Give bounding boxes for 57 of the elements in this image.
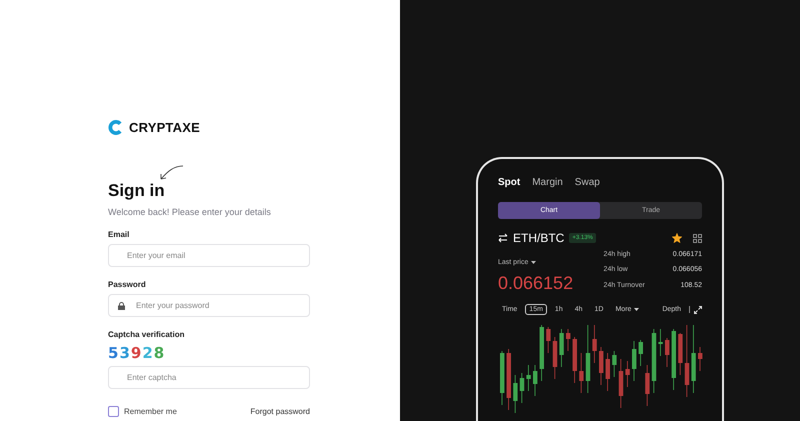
candle [540, 324, 544, 382]
email-field[interactable]: Enter your email [108, 244, 310, 267]
candle [612, 350, 617, 378]
candle [691, 324, 696, 394]
candle [632, 340, 636, 382]
arrow-doodle-icon [158, 165, 184, 181]
candle [625, 360, 630, 388]
candle [500, 350, 504, 406]
candle [658, 328, 663, 356]
candle [533, 364, 538, 396]
candle [566, 328, 570, 352]
candle [698, 346, 702, 372]
candle [546, 326, 551, 354]
brand-name: CRYPTAXE [129, 120, 200, 135]
market-tab[interactable]: Spot [498, 177, 520, 188]
market-tab[interactable]: Margin [532, 177, 563, 188]
candle [526, 364, 531, 392]
checkbox-label: Remember me [124, 407, 177, 416]
candle [579, 352, 584, 394]
candle [645, 364, 650, 406]
expand-icon[interactable] [694, 306, 702, 314]
candle [520, 372, 524, 404]
grid-icon[interactable] [693, 234, 702, 242]
candle [638, 340, 643, 366]
candle [652, 328, 656, 394]
forgot-password-link[interactable]: Forgot password [250, 407, 310, 416]
swap-arrows-icon[interactable] [498, 233, 508, 243]
field-label: Password [108, 280, 147, 289]
star-icon[interactable] [672, 233, 682, 243]
captcha-field[interactable]: Enter captcha [108, 366, 310, 389]
candle [599, 346, 604, 386]
candle [513, 374, 518, 414]
page-heading: Sign in [108, 181, 166, 201]
last-price: 0.066152 [498, 273, 574, 294]
lock-icon [118, 302, 125, 310]
field-label: Email [108, 230, 130, 239]
candle [586, 324, 590, 394]
candle [592, 324, 597, 364]
market-tab[interactable]: Swap [574, 177, 600, 188]
candle [606, 352, 610, 392]
candle [672, 328, 676, 390]
caret-icon [634, 308, 640, 311]
remember-checkbox[interactable] [108, 406, 119, 417]
candle [678, 332, 683, 376]
subtitle: Welcome back! Please enter your details [108, 207, 272, 217]
captcha-image: 53928 [108, 344, 166, 362]
candle [665, 338, 670, 368]
field-label: Captcha verification [108, 330, 186, 339]
candle [506, 348, 511, 410]
logo-icon [108, 120, 123, 135]
trading-pair: ETH/BTC [513, 231, 564, 245]
password-field[interactable]: Enter your password [108, 294, 310, 317]
candle [572, 336, 577, 384]
candle [559, 328, 564, 368]
caret-icon [531, 261, 536, 264]
candle [618, 358, 624, 408]
candle [552, 336, 558, 380]
